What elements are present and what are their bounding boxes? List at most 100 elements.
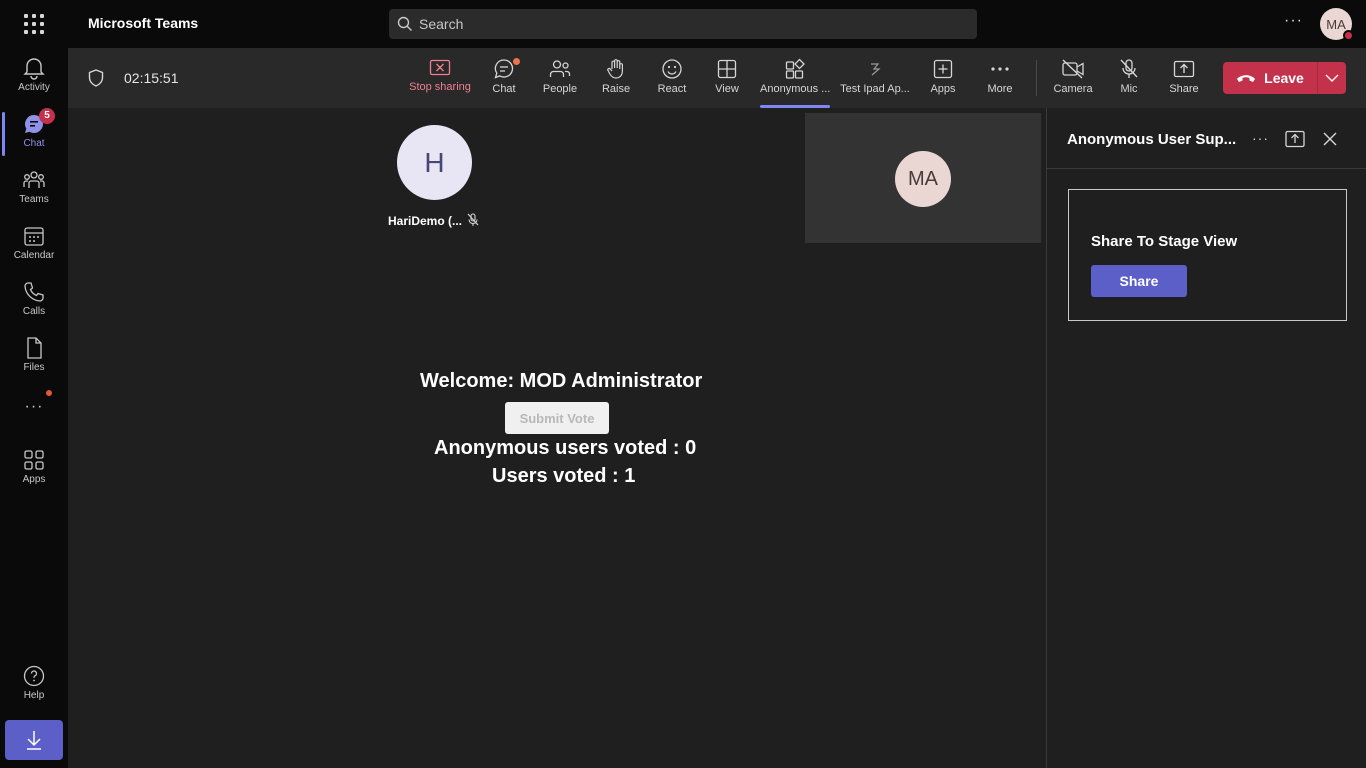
popout-icon[interactable] — [1285, 130, 1305, 148]
rail-item-help[interactable]: Help — [0, 658, 68, 714]
camera-button[interactable]: Camera — [1051, 58, 1095, 106]
apps-button[interactable]: Apps — [925, 58, 961, 106]
share-to-stage-button[interactable]: Share — [1091, 265, 1187, 297]
phone-icon — [24, 282, 44, 302]
toolbar-label: View — [715, 83, 739, 95]
more-icon — [991, 67, 1009, 71]
mic-off-icon — [467, 213, 479, 226]
submit-vote-button[interactable]: Submit Vote — [505, 402, 609, 434]
mic-off-icon — [1120, 59, 1138, 78]
rail-item-teams[interactable]: Teams — [0, 162, 68, 218]
rail-item-activity[interactable]: Activity — [0, 50, 68, 106]
panel-divider — [1047, 168, 1366, 169]
toolbar-label: Share — [1169, 83, 1199, 95]
meeting-stage: H HariDemo (... MA Welcome: MOD Administ… — [68, 108, 1046, 768]
toolbar-label: People — [542, 83, 578, 95]
self-video-tile: MA — [805, 113, 1041, 243]
unread-dot — [513, 58, 520, 65]
stop-sharing-icon — [429, 59, 451, 76]
toolbar-label: Anonymous ... — [760, 83, 831, 95]
download-button[interactable] — [5, 720, 63, 760]
panel-title: Anonymous User Sup... — [1067, 131, 1237, 148]
avatar[interactable]: MA — [1320, 8, 1354, 41]
people-button[interactable]: People — [538, 58, 582, 106]
smiley-icon — [662, 59, 682, 79]
anonymous-app-tab[interactable]: Anonymous ... — [760, 58, 831, 108]
meeting-timer: 02:15:51 — [124, 70, 179, 86]
share-button[interactable]: Share — [1166, 58, 1202, 106]
calendar-icon — [24, 227, 44, 246]
chat-button[interactable]: Chat — [484, 58, 524, 106]
rail-label: Files — [23, 362, 45, 373]
rail-item-calendar[interactable]: Calendar — [0, 218, 68, 274]
rail-item-calls[interactable]: Calls — [0, 274, 68, 330]
grid-view-icon — [717, 59, 737, 79]
search-icon — [397, 16, 412, 31]
rail-label: Teams — [19, 194, 49, 205]
toolbar-label: Chat — [492, 83, 516, 95]
stop-sharing-button[interactable]: Stop sharing — [406, 58, 474, 106]
participant-name: HariDemo (... — [388, 214, 463, 228]
share-to-stage-card: Share To Stage View Share — [1068, 189, 1347, 321]
anonymous-votes-text: Anonymous users voted : 0 — [434, 437, 697, 459]
rail-label: Activity — [18, 82, 50, 93]
hang-up-icon — [1237, 75, 1256, 82]
teams-icon — [23, 171, 45, 188]
camera-off-icon — [1062, 59, 1084, 79]
leave-options-button[interactable] — [1318, 62, 1346, 94]
participant-avatar: H — [397, 125, 472, 200]
meeting-toolbar: 02:15:51 Stop sharing Chat People Raise … — [68, 48, 1366, 108]
avatar-initials: MA — [1326, 16, 1346, 32]
toolbar-label: More — [987, 83, 1013, 95]
add-icon — [933, 59, 953, 79]
notification-dot — [46, 390, 52, 396]
rail-label: Calls — [22, 306, 46, 317]
more-button[interactable]: More — [980, 58, 1020, 106]
chevron-down-icon — [1325, 74, 1339, 82]
rail-item-apps[interactable]: Apps — [0, 442, 68, 498]
search-placeholder: Search — [419, 16, 464, 32]
leave-button[interactable]: Leave — [1223, 62, 1317, 94]
toolbar-divider — [1036, 60, 1037, 96]
react-button[interactable]: React — [652, 58, 692, 106]
toolbar-label: Stop sharing — [409, 81, 471, 93]
toolbar-label: Test Ipad Ap... — [840, 83, 910, 95]
app-side-panel: Anonymous User Sup... ··· Share To Stage… — [1046, 108, 1366, 768]
toolbar-label: Mic — [1120, 83, 1138, 95]
user-votes-text: Users voted : 1 — [492, 465, 636, 487]
shield-icon[interactable] — [88, 69, 104, 87]
rail-label: Help — [23, 690, 45, 701]
rail-item-chat[interactable]: 5 Chat — [0, 106, 68, 162]
hand-icon — [607, 59, 623, 79]
title-bar: Microsoft Teams Search ··· MA — [0, 0, 1366, 48]
app-icon — [785, 58, 805, 79]
toolbar-label: Apps — [930, 83, 956, 95]
share-to-stage-title: Share To Stage View — [1091, 233, 1238, 250]
search-input[interactable]: Search — [389, 9, 977, 39]
file-icon — [27, 337, 42, 359]
help-icon — [23, 665, 45, 687]
close-icon[interactable] — [1322, 131, 1338, 147]
rail-item-files[interactable]: Files — [0, 330, 68, 386]
bell-icon — [23, 58, 45, 80]
test-ipad-app-tab[interactable]: Test Ipad Ap... — [840, 58, 910, 106]
panel-more-icon[interactable]: ··· — [1252, 130, 1269, 146]
app-icon — [871, 63, 881, 76]
welcome-text: Welcome: MOD Administrator — [420, 370, 703, 392]
leave-label: Leave — [1264, 70, 1304, 86]
view-button[interactable]: View — [709, 58, 745, 106]
mic-button[interactable]: Mic — [1113, 58, 1145, 106]
download-icon — [27, 731, 41, 750]
more-apps-icon[interactable]: ··· — [0, 398, 68, 416]
rail-label: Calendar — [13, 250, 55, 261]
raise-hand-button[interactable]: Raise — [596, 58, 636, 106]
apps-icon — [24, 450, 44, 470]
settings-more-icon[interactable]: ··· — [1284, 12, 1303, 30]
left-rail: Activity 5 Chat Teams Calendar Calls Fil… — [0, 48, 68, 768]
people-icon — [549, 60, 571, 77]
share-icon — [1173, 60, 1195, 78]
app-launcher-icon[interactable] — [22, 12, 46, 36]
toolbar-label: Raise — [601, 83, 631, 95]
chat-icon — [494, 59, 514, 79]
self-avatar: MA — [895, 151, 951, 207]
